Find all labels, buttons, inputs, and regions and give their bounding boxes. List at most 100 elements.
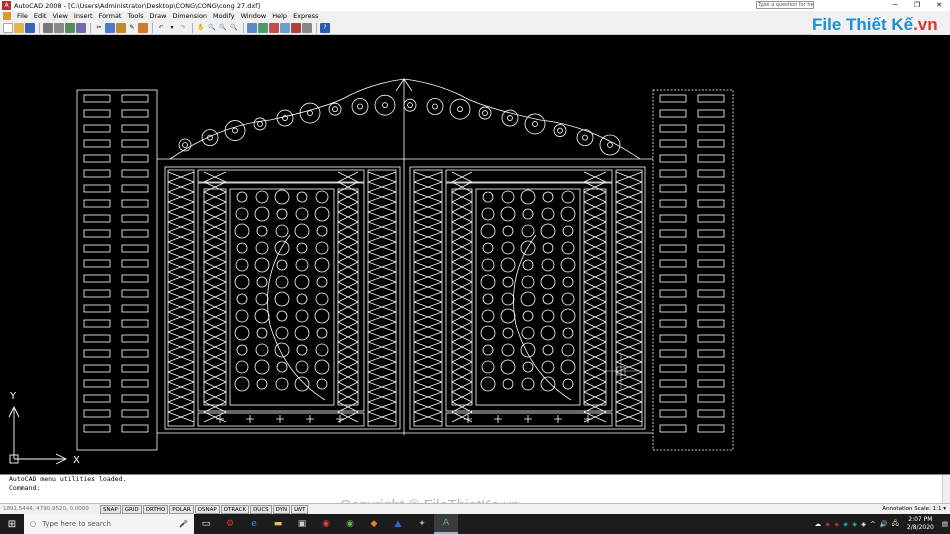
- menu-edit[interactable]: Edit: [31, 12, 50, 20]
- minimize-icon[interactable]: ─: [884, 0, 906, 11]
- peacock-swirl: [296, 293, 308, 305]
- lwt-toggle[interactable]: LWT: [291, 504, 309, 514]
- menu-draw[interactable]: Draw: [147, 12, 170, 20]
- windows-start-icon[interactable]: ⊞: [0, 514, 24, 534]
- peacock-swirl: [316, 378, 328, 390]
- menu-view[interactable]: View: [49, 12, 70, 20]
- menu-tools[interactable]: Tools: [124, 12, 146, 20]
- 3d-dwf-icon[interactable]: [76, 22, 86, 33]
- app-red-icon[interactable]: ⚙: [218, 514, 242, 534]
- pan-icon[interactable]: ✋: [196, 23, 206, 33]
- menu-format[interactable]: Format: [96, 12, 125, 20]
- copy-icon[interactable]: [105, 22, 115, 33]
- close-icon[interactable]: ✕: [928, 0, 950, 11]
- menu-insert[interactable]: Insert: [71, 12, 96, 20]
- tool-palettes-icon[interactable]: [269, 22, 279, 33]
- otrack-toggle[interactable]: OTRACK: [220, 504, 250, 514]
- tray-icon-3[interactable]: ◈: [852, 520, 857, 528]
- taskbar-search-box[interactable]: ○ Type here to search 🎤: [24, 514, 194, 534]
- markup-icon[interactable]: [291, 22, 301, 33]
- menu-dimension[interactable]: Dimension: [169, 12, 210, 20]
- pillar-slot: [121, 184, 149, 193]
- taskbar-clock[interactable]: 2:07 PM 2/8/2020: [907, 516, 934, 532]
- pillar-slot: [83, 214, 111, 223]
- app-blue-icon[interactable]: ▲: [386, 514, 410, 534]
- plot-icon[interactable]: [43, 22, 53, 33]
- menu-window[interactable]: Window: [238, 12, 270, 20]
- app-tray-icon[interactable]: ◈: [834, 520, 839, 528]
- new-icon[interactable]: [3, 22, 13, 33]
- lattice-pattern: [413, 371, 443, 383]
- document-icon[interactable]: [3, 12, 11, 20]
- ortho-toggle[interactable]: ORTHO: [142, 504, 169, 514]
- undo-icon[interactable]: ↶: [156, 23, 166, 33]
- zoom-previous-icon[interactable]: 🔍: [229, 23, 239, 33]
- task-view-icon[interactable]: ▭: [194, 514, 218, 534]
- edge-browser-icon[interactable]: e: [242, 514, 266, 534]
- menu-express[interactable]: Express: [290, 12, 321, 20]
- help-icon[interactable]: ?: [320, 22, 330, 33]
- paste-icon[interactable]: [116, 22, 126, 33]
- match-properties-icon[interactable]: ✎: [127, 23, 137, 33]
- sheet-set-icon[interactable]: [280, 22, 290, 33]
- publish-icon[interactable]: [65, 22, 75, 33]
- pillar-slot: [697, 169, 725, 178]
- help-search-input[interactable]: Type a question for help: [756, 1, 814, 9]
- peacock-swirl: [316, 327, 328, 339]
- autocad-taskbar-icon[interactable]: A: [434, 514, 458, 534]
- notification-icon[interactable]: ▤: [942, 520, 948, 528]
- menu-help[interactable]: Help: [269, 12, 290, 20]
- lattice-pattern: [451, 281, 473, 293]
- block-editor-icon[interactable]: [138, 22, 148, 33]
- app-green-icon[interactable]: ◉: [338, 514, 362, 534]
- menu-modify[interactable]: Modify: [210, 12, 238, 20]
- lattice-pattern: [615, 331, 643, 343]
- antivirus-icon[interactable]: ◈: [825, 520, 830, 528]
- zoom-window-icon[interactable]: 🔍: [218, 23, 228, 33]
- tray-icon-2[interactable]: ◈: [843, 520, 848, 528]
- grid-toggle[interactable]: GRID: [121, 504, 142, 514]
- restore-icon[interactable]: ❐: [906, 0, 928, 11]
- osnap-toggle[interactable]: OSNAP: [194, 504, 220, 514]
- pillar-slot: [83, 394, 111, 403]
- polar-toggle[interactable]: POLAR: [169, 504, 194, 514]
- star-ornament: [524, 415, 532, 423]
- chrome-icon[interactable]: ◉: [314, 514, 338, 534]
- command-prompt[interactable]: Command:: [0, 484, 950, 493]
- ducs-toggle[interactable]: DUCS: [250, 504, 272, 514]
- plot-preview-icon[interactable]: [54, 22, 64, 33]
- cloud-icon[interactable]: ☁: [815, 520, 822, 528]
- store-icon[interactable]: ▣: [290, 514, 314, 534]
- snap-toggle[interactable]: SNAP: [100, 504, 121, 514]
- command-scrollbar[interactable]: [942, 475, 950, 503]
- quickcalc-icon[interactable]: [302, 22, 312, 33]
- volume-icon[interactable]: 🔊: [880, 520, 888, 528]
- app-orange-icon[interactable]: ◆: [362, 514, 386, 534]
- open-icon[interactable]: [14, 22, 24, 33]
- dyn-toggle[interactable]: DYN: [272, 504, 291, 514]
- design-center-icon[interactable]: [258, 22, 268, 33]
- tray-icon-4[interactable]: ◈: [861, 520, 866, 528]
- zoom-realtime-icon[interactable]: 🔍: [207, 23, 217, 33]
- peacock-swirl: [560, 308, 576, 324]
- undo-dropdown-icon[interactable]: ▾: [167, 23, 177, 33]
- lattice-pattern: [413, 361, 443, 373]
- menu-file[interactable]: File: [14, 12, 31, 20]
- save-icon[interactable]: [25, 22, 35, 33]
- pillar-slot: [83, 109, 111, 118]
- cut-icon[interactable]: ✂: [94, 23, 104, 33]
- file-explorer-icon[interactable]: ▬: [266, 514, 290, 534]
- pillar-slot: [697, 319, 725, 328]
- lattice-pattern: [167, 241, 195, 253]
- pillar-slot: [659, 334, 687, 343]
- app-grey-icon[interactable]: ✦: [410, 514, 434, 534]
- microphone-icon[interactable]: 🎤: [179, 520, 188, 528]
- lattice-pattern: [583, 411, 607, 423]
- chevron-up-icon[interactable]: ^: [870, 520, 875, 528]
- redo-icon[interactable]: ↷: [178, 23, 188, 33]
- properties-icon[interactable]: [247, 22, 257, 33]
- drawing-canvas[interactable]: Y X: [0, 35, 950, 474]
- network-icon[interactable]: 🖧: [892, 519, 899, 530]
- autocad-app-icon[interactable]: A: [2, 1, 11, 10]
- annotation-scale[interactable]: Annotation Scale: 1:1 ▾: [882, 506, 950, 512]
